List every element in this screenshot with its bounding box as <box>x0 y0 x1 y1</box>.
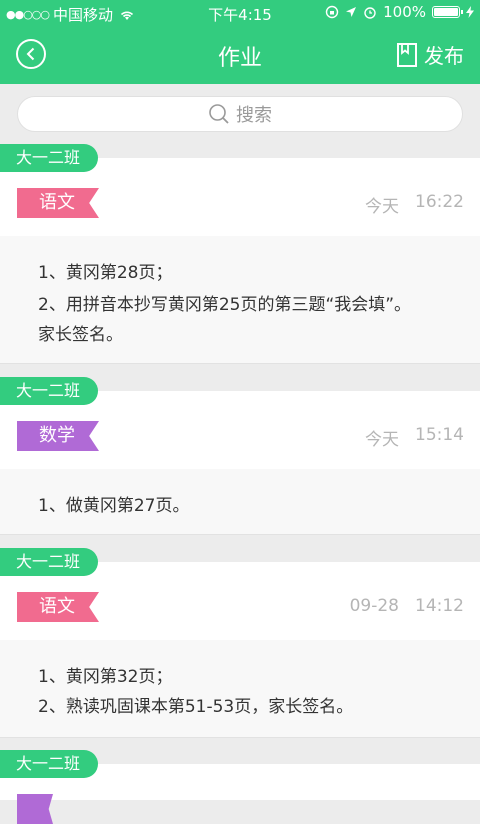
content-line: 家长签名。 <box>38 325 123 345</box>
navigation-bar: 作业 发布 <box>0 26 480 84</box>
homework-card[interactable]: 大一二班 语文 09-28 14:12 1、黄冈第32页； 2、熟读巩固课本第5… <box>0 548 480 738</box>
post-time: 16:22 <box>415 192 464 212</box>
class-tag: 大一二班 <box>0 548 99 576</box>
class-tag: 大一二班 <box>0 377 99 405</box>
homework-card[interactable]: 大一二班 <box>0 750 480 824</box>
post-date: 今天 <box>365 430 399 450</box>
content-line: 1、黄冈第28页； <box>38 263 173 283</box>
class-tag: 大一二班 <box>0 144 99 172</box>
subject-tag: 数学 <box>17 421 99 451</box>
homework-card[interactable]: 大一二班 数学 今天 15:14 1、做黄冈第27页。 <box>0 377 480 535</box>
battery-percent: 100% <box>383 3 426 21</box>
subject-tag: 语文 <box>17 188 99 218</box>
post-time: 15:14 <box>415 425 464 445</box>
search-placeholder: 搜索 <box>236 105 272 126</box>
publish-button[interactable]: 发布 <box>396 40 464 69</box>
timestamp: 09-28 14:12 <box>350 596 464 616</box>
card-content: 1、做黄冈第27页。 <box>0 469 480 535</box>
publish-label: 发布 <box>424 44 464 68</box>
content-line: 2、熟读巩固课本第51-53页，家长签名。 <box>38 697 354 717</box>
subject-tag: 语文 <box>17 592 99 622</box>
post-date: 今天 <box>365 197 399 217</box>
timestamp: 今天 15:14 <box>365 425 464 450</box>
battery-icon <box>432 6 463 18</box>
homework-card[interactable]: 大一二班 语文 今天 16:22 1、黄冈第28页； 2、用拼音本抄写黄冈第25… <box>0 144 480 364</box>
charging-icon <box>466 6 474 18</box>
rotation-lock-icon <box>325 5 339 19</box>
publish-document-icon <box>397 42 417 67</box>
content-line: 1、黄冈第32页； <box>38 667 173 687</box>
post-date: 09-28 <box>349 596 399 616</box>
search-bar: 搜索 <box>0 84 480 144</box>
location-icon <box>346 7 357 17</box>
search-input[interactable]: 搜索 <box>17 96 463 132</box>
post-time: 14:12 <box>415 596 464 616</box>
subject-tag <box>17 794 53 824</box>
timestamp: 今天 16:22 <box>365 192 464 217</box>
status-bar: ●●○○○ 中国移动 下午4:15 100% <box>0 0 480 26</box>
content-line: 1、做黄冈第27页。 <box>38 496 190 516</box>
card-content: 1、黄冈第32页； 2、熟读巩固课本第51-53页，家长签名。 <box>0 640 480 738</box>
search-icon <box>209 104 229 124</box>
class-tag: 大一二班 <box>0 750 99 778</box>
card-content: 1、黄冈第28页； 2、用拼音本抄写黄冈第25页的第三题“我会填”。 家长签名。 <box>0 236 480 364</box>
alarm-icon <box>364 7 376 19</box>
content-line: 2、用拼音本抄写黄冈第25页的第三题“我会填”。 <box>38 295 412 315</box>
